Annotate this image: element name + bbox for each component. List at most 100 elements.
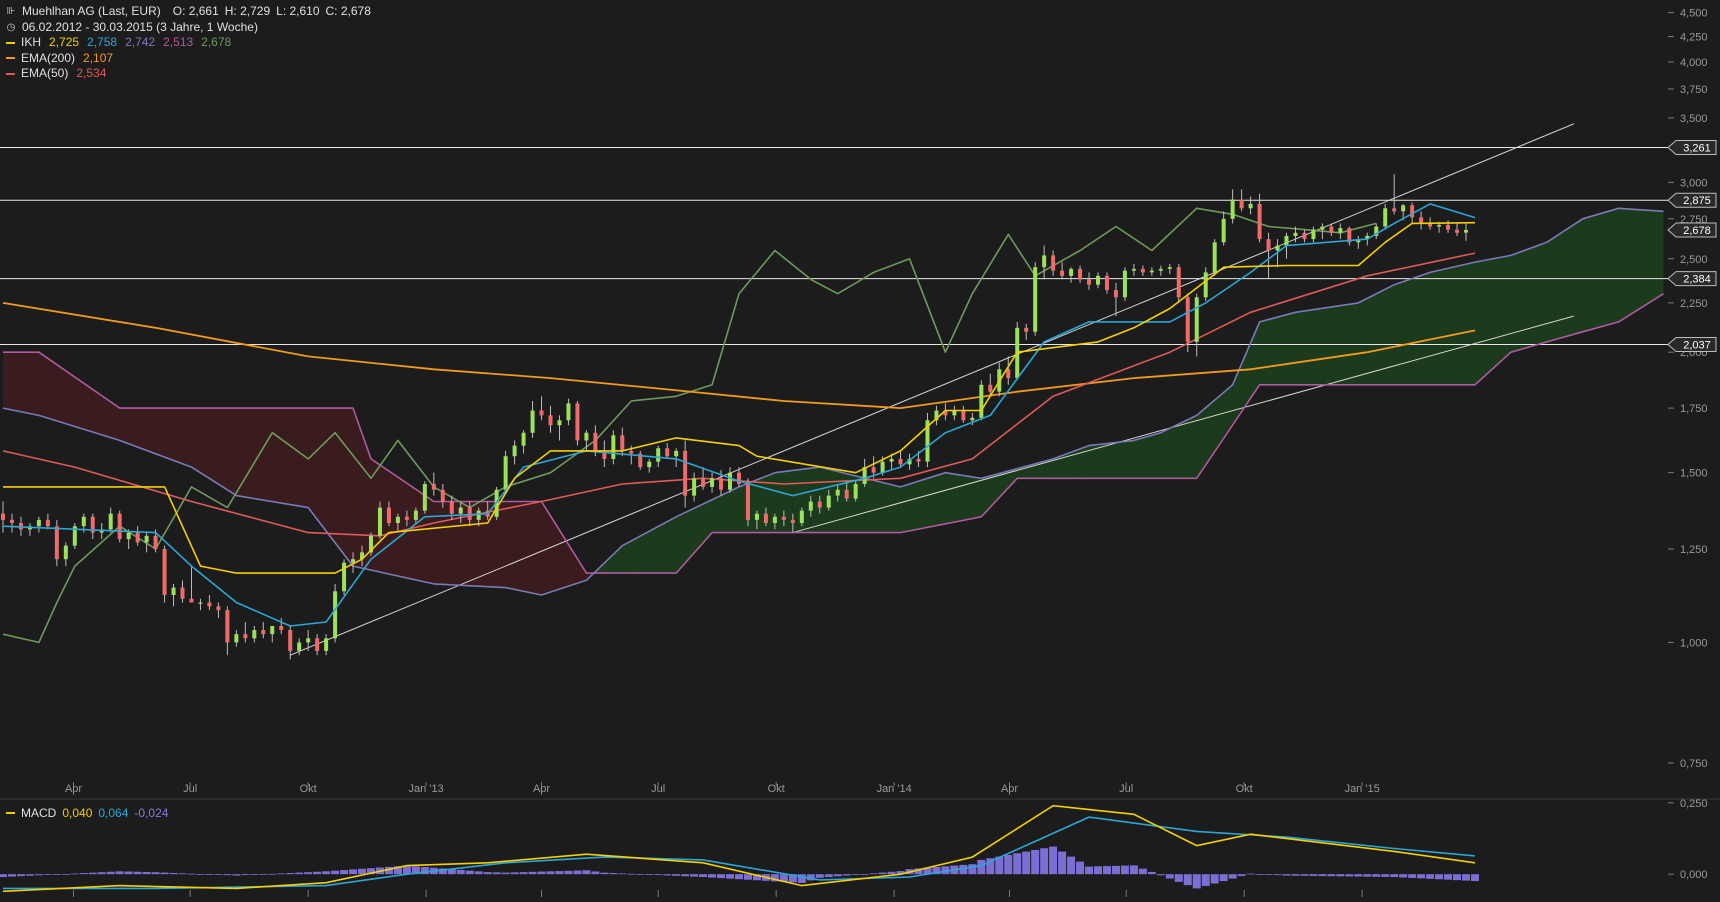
- candle-body: [880, 461, 885, 473]
- legend-indicator-ema-50-[interactable]: EMA(50) 2,534: [6, 66, 371, 82]
- candle-body: [45, 519, 50, 527]
- macd-histogram-bar: [1022, 851, 1031, 875]
- macd-histogram-bar: [1049, 846, 1058, 875]
- candle-body: [270, 626, 275, 635]
- ichimoku-cloud-segment: [1133, 437, 1143, 479]
- candle-body: [153, 535, 158, 550]
- ichimoku-cloud-segment: [1492, 257, 1502, 369]
- indicator-value: 2,742: [125, 35, 156, 49]
- clock-icon[interactable]: ◷: [6, 20, 16, 36]
- macd-histogram-bar: [474, 871, 483, 875]
- ichimoku-cloud-segment: [1519, 248, 1529, 350]
- candle-body: [772, 516, 777, 524]
- chart-type-icon[interactable]: ⊪: [6, 4, 16, 20]
- candle-body: [656, 448, 661, 462]
- candle-body: [1060, 270, 1065, 276]
- candle-body: [1392, 208, 1397, 212]
- candle-body: [1158, 268, 1163, 271]
- macd-name[interactable]: MACD: [21, 806, 56, 820]
- x-tick-label: Jan '14: [877, 783, 912, 795]
- macd-y-tick-label: 0,250: [1680, 798, 1708, 810]
- candle-body: [207, 602, 212, 607]
- ichimoku-cloud-segment: [335, 408, 345, 554]
- macd-histogram-bar: [887, 871, 896, 875]
- candle-body: [1051, 255, 1056, 271]
- candle-body: [1033, 267, 1038, 332]
- candle-body: [1221, 218, 1226, 243]
- ichimoku-cloud-segment: [1142, 435, 1152, 479]
- indicator-value: 2,758: [87, 35, 118, 49]
- candle-body: [1140, 268, 1145, 273]
- candle-body: [539, 410, 544, 416]
- macd-histogram-bar: [842, 874, 851, 876]
- y-tick-label: 1,750: [1680, 403, 1708, 415]
- macd-histogram-bar: [1219, 874, 1228, 882]
- macd-histogram-bar: [169, 872, 178, 875]
- ichimoku-cloud-segment: [1591, 213, 1601, 330]
- candle-body: [386, 507, 391, 524]
- candle-body: [306, 638, 311, 643]
- ichimoku-cloud-segment: [514, 501, 524, 592]
- candle-body: [1212, 242, 1217, 273]
- x-tick-label: Jan '13: [409, 783, 444, 795]
- macd-histogram-bar: [1040, 848, 1049, 875]
- macd-histogram-bar: [833, 874, 842, 877]
- ichimoku-cloud-segment: [21, 352, 30, 414]
- level-tag-label: 2,384: [1683, 274, 1711, 286]
- macd-histogram-bar: [1345, 874, 1354, 877]
- macd-histogram-bar: [52, 874, 61, 875]
- y-tick-label: 1,250: [1680, 544, 1708, 556]
- ichimoku-cloud-segment: [200, 408, 210, 479]
- candle-body: [216, 606, 221, 611]
- ichimoku-cloud-segment: [290, 408, 300, 507]
- candle-body: [404, 516, 409, 520]
- ichimoku-cloud-segment: [1178, 419, 1188, 479]
- candle-body: [324, 638, 329, 651]
- macd-histogram-bar: [34, 874, 43, 876]
- macd-histogram-bar: [573, 870, 582, 875]
- ichimoku-cloud-segment: [1098, 443, 1107, 479]
- macd-histogram-bar: [1336, 874, 1345, 877]
- candle-body: [180, 587, 185, 599]
- ichimoku-cloud-segment: [1107, 442, 1116, 479]
- candle-body: [719, 478, 724, 490]
- legend: ⊪ Muehlhan AG (Last, EUR) O: 2,661 H: 2,…: [6, 4, 371, 82]
- macd-histogram-bar: [860, 874, 869, 875]
- ichimoku-cloud-segment: [1349, 302, 1359, 385]
- ichimoku-cloud-segment: [155, 408, 165, 457]
- ichimoku-cloud-segment: [1160, 428, 1170, 479]
- ichimoku-cloud-segment: [1187, 415, 1197, 479]
- ichimoku-cloud-segment: [1439, 268, 1448, 385]
- macd-histogram-bar: [313, 871, 322, 875]
- ichimoku-cloud-segment: [164, 408, 174, 461]
- macd-histogram-bar: [196, 874, 205, 875]
- y-tick-label: 2,500: [1680, 254, 1708, 266]
- macd-histogram-bar: [591, 871, 600, 875]
- candle-body: [1131, 268, 1136, 271]
- level-tag-label: 2,875: [1683, 195, 1711, 207]
- instrument-name: Muehlhan AG (Last, EUR): [22, 4, 161, 18]
- macd-histogram-bar: [869, 873, 878, 875]
- y-tick-label: 1,000: [1680, 637, 1708, 649]
- macd-histogram-bar: [151, 872, 160, 875]
- macd-histogram-bar: [699, 874, 708, 878]
- y-tick-label: 0,750: [1680, 758, 1708, 770]
- ichimoku-cloud-segment: [631, 535, 641, 574]
- candle-body: [1042, 255, 1047, 268]
- macd-histogram-bar: [1210, 874, 1219, 884]
- legend-indicator-ikh[interactable]: IKH 2,725 2,758 2,742 2,513 2,678: [6, 35, 371, 51]
- ichimoku-cloud-segment: [245, 408, 255, 499]
- ichimoku-cloud-segment: [1358, 298, 1368, 385]
- macd-histogram-bar: [1255, 874, 1264, 875]
- macd-histogram-bar: [0, 874, 7, 878]
- ichimoku-cloud-segment: [1510, 252, 1520, 353]
- y-tick-label: 2,250: [1680, 298, 1708, 310]
- ichimoku-cloud-segment: [810, 467, 820, 533]
- ichimoku-cloud-segment: [227, 408, 237, 496]
- macd-histogram-bar: [1417, 874, 1426, 879]
- macd-histogram-bar: [1408, 874, 1417, 878]
- legend-indicator-ema-200-[interactable]: EMA(200) 2,107: [6, 51, 371, 67]
- x-tick-label: Okt: [768, 783, 785, 795]
- ichimoku-cloud-segment: [83, 382, 93, 432]
- candle-body: [754, 513, 759, 520]
